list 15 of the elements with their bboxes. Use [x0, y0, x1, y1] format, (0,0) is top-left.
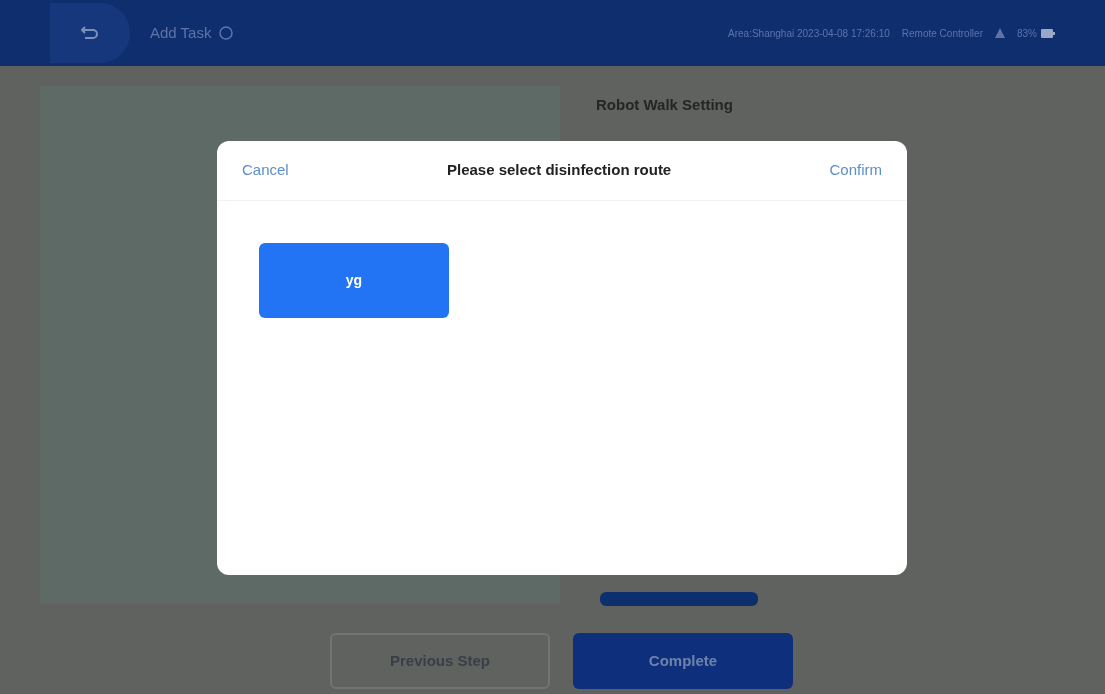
complete-button[interactable]: Complete: [573, 633, 793, 689]
info-icon: [219, 26, 234, 40]
route-option[interactable]: yg: [259, 243, 449, 318]
page-title: Add Task: [150, 22, 212, 43]
controller-text: Remote Controller: [901, 26, 983, 41]
back-icon: [81, 25, 99, 41]
battery-icon: [1041, 28, 1055, 38]
settings-title: Robot Walk Setting: [595, 95, 734, 115]
confirm-button[interactable]: Confirm: [829, 159, 882, 182]
signal-icon: [995, 28, 1005, 38]
location-time-text: Area:Shanghai 2023-04-08 17:26:10: [728, 26, 890, 41]
back-button[interactable]: [50, 3, 130, 63]
cancel-button[interactable]: Cancel: [242, 159, 289, 182]
dialog-title: Please select disinfection route: [446, 160, 672, 181]
battery-percent: 83%: [1017, 26, 1037, 41]
